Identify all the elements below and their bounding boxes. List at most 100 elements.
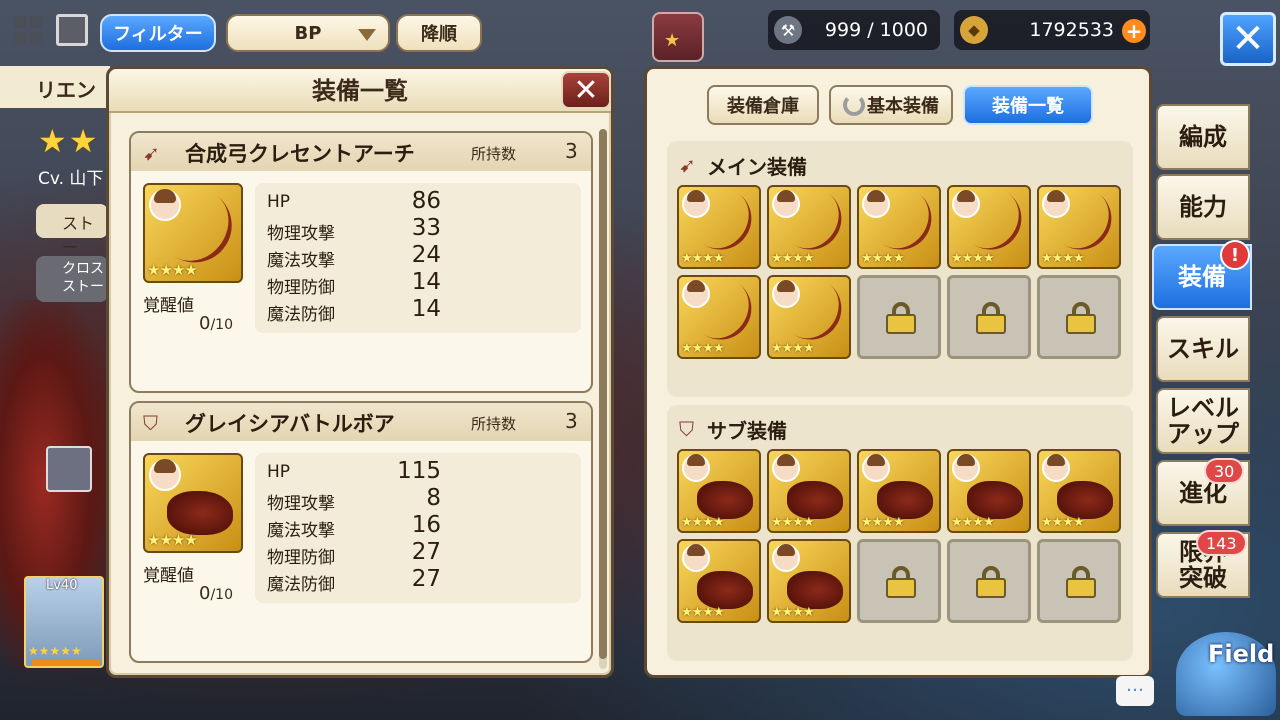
equipment-slot[interactable]: ★★★★ xyxy=(767,449,851,533)
story-button[interactable]: ストー xyxy=(36,204,108,257)
add-coins-button[interactable]: + xyxy=(1122,19,1146,43)
grid-view-icon[interactable] xyxy=(14,16,42,44)
slot-stars: ★★★★ xyxy=(771,515,815,530)
lock-icon xyxy=(1066,566,1096,598)
locked-slot[interactable] xyxy=(857,539,941,623)
stat-row: 物理防御 14 xyxy=(267,269,441,298)
sort-select-value: BP xyxy=(294,22,322,44)
character-face-icon xyxy=(772,544,800,572)
equipment-slot[interactable]: ★★★★ xyxy=(677,539,761,623)
boar-armor-image xyxy=(967,481,1023,519)
slot-stars: ★★★★ xyxy=(771,341,815,356)
character-face-icon xyxy=(682,454,710,482)
equipment-card-header: ⛉ グレイシアバトルボア 所持数 3 xyxy=(131,403,591,441)
equipment-thumbnail[interactable]: ★★★★ xyxy=(143,183,247,283)
sort-select[interactable]: BP xyxy=(226,14,390,52)
awaken-value: 0/10 xyxy=(199,313,233,334)
equipment-slot[interactable]: ★★★★ xyxy=(1037,185,1124,269)
owned-label: 所持数 xyxy=(471,145,517,163)
equipment-slot[interactable]: ★★★★ xyxy=(767,539,851,623)
cross-story-button[interactable]: クロス ストー xyxy=(36,256,108,302)
stat-row: 魔法防御 14 xyxy=(267,296,441,325)
sub-equipment-section: ⛉ サブ装備 ★★★★ ★★★★ ★★★★ ★★★★ ★★★★ ★★★★ ★★★… xyxy=(667,405,1133,661)
character-face-icon xyxy=(149,189,181,221)
stamina-display: ⚒ 999 / 1000 xyxy=(768,10,940,50)
equipment-slot[interactable]: ★★★★ xyxy=(1037,449,1121,533)
stat-row: 魔法防御 27 xyxy=(267,566,441,595)
lock-icon xyxy=(1066,302,1096,334)
locked-slot[interactable] xyxy=(857,275,941,359)
slot-stars: ★★★★ xyxy=(861,251,905,266)
equipment-card[interactable]: ➹ 合成弓クレセントアーチ 所持数 3 ★★★★ 覚醒値 0/10 HP 86 物… xyxy=(129,131,593,393)
modal-close-button[interactable]: ✕ xyxy=(561,71,611,109)
character-face-icon xyxy=(772,190,800,218)
locked-slot[interactable] xyxy=(947,275,1031,359)
field-button[interactable]: Field xyxy=(1176,632,1276,716)
close-screen-button[interactable]: ✕ xyxy=(1220,12,1276,66)
basic-equipment-button[interactable]: 基本装備 xyxy=(829,85,953,125)
equipment-slot[interactable]: ★★★★ xyxy=(947,185,1034,269)
character-face-icon xyxy=(952,454,980,482)
equipment-panel: 装備倉庫 基本装備 装備一覧 ➹ メイン装備 ★★★★ ★★★★ ★★★★ ★★… xyxy=(644,66,1152,678)
coin-value: 1792533 xyxy=(1029,19,1114,41)
list-view-icon[interactable] xyxy=(56,14,88,46)
character-rarity-stars: ★★ xyxy=(38,122,100,160)
character-face-icon xyxy=(682,280,710,308)
equipment-slot[interactable]: ★★★★ xyxy=(947,449,1031,533)
encyclopedia-book-icon[interactable]: ★ xyxy=(652,12,704,62)
equipment-card[interactable]: ⛉ グレイシアバトルボア 所持数 3 ★★★★ 覚醒値 0/10 HP 115 物… xyxy=(129,401,593,663)
modal-scrollbar[interactable] xyxy=(599,129,607,669)
tab-equipment-label: 装備 xyxy=(1178,263,1226,291)
stamina-value: 999 / 1000 xyxy=(824,19,928,41)
tab-formation[interactable]: 編成 xyxy=(1156,104,1250,170)
locked-slot[interactable] xyxy=(1037,539,1121,623)
equipment-slot[interactable]: ★★★★ xyxy=(677,449,761,533)
equipment-slot[interactable]: ★★★★ xyxy=(767,185,854,269)
slot-stars: ★★★★ xyxy=(1041,251,1085,266)
locked-slot[interactable] xyxy=(947,539,1031,623)
equipment-name: グレイシアバトルボア xyxy=(185,412,395,436)
equipment-storage-button[interactable]: 装備倉庫 xyxy=(707,85,819,125)
equipment-slot[interactable]: ★★★★ xyxy=(677,275,764,359)
boar-armor-image xyxy=(697,571,753,609)
character-name: リエン xyxy=(0,66,110,108)
sub-equipment-title: サブ装備 xyxy=(707,419,787,443)
tab-ability[interactable]: 能力 xyxy=(1156,174,1250,240)
tab-skill[interactable]: スキル xyxy=(1156,316,1250,382)
stat-row: 魔法攻撃 16 xyxy=(267,512,441,541)
equipment-list-button[interactable]: 装備一覧 xyxy=(963,85,1093,125)
character-face-icon xyxy=(862,190,890,218)
character-face-icon xyxy=(682,190,710,218)
equipment-slot[interactable]: ★★★★ xyxy=(767,275,854,359)
slot-stars: ★★★★ xyxy=(861,515,905,530)
equipment-slot[interactable]: ★★★★ xyxy=(677,185,764,269)
slot-stars: ★★★★ xyxy=(771,605,815,620)
tab-level-up[interactable]: レベル アップ xyxy=(1156,388,1250,454)
chat-icon[interactable]: … xyxy=(1116,676,1154,706)
lock-icon xyxy=(886,566,916,598)
boar-armor-image xyxy=(787,481,843,519)
costume-icon[interactable] xyxy=(46,446,92,492)
boar-armor-image xyxy=(1057,481,1113,519)
equipment-thumbnail[interactable]: ★★★★ xyxy=(143,453,243,553)
character-face-icon xyxy=(952,190,980,218)
character-face-icon xyxy=(772,454,800,482)
portrait-exp-bar xyxy=(32,660,100,666)
owned-count: 3 xyxy=(565,409,578,433)
main-equipment-section: ➹ メイン装備 ★★★★ ★★★★ ★★★★ ★★★★ ★★★★ ★★★★ ★★… xyxy=(667,141,1133,397)
main-equipment-title: メイン装備 xyxy=(707,155,807,179)
modal-title: 装備一覧 xyxy=(109,69,611,113)
equipment-slot[interactable]: ★★★★ xyxy=(857,449,941,533)
stat-row: HP 86 xyxy=(267,188,441,214)
equipment-slot[interactable]: ★★★★ xyxy=(857,185,944,269)
filter-button[interactable]: フィルター xyxy=(100,14,216,52)
locked-slot[interactable] xyxy=(1037,275,1121,359)
scrollbar-thumb[interactable] xyxy=(599,129,607,659)
evolve-count-badge: 30 xyxy=(1204,458,1245,484)
sort-order-button[interactable]: 降順 xyxy=(396,14,482,52)
character-portrait[interactable]: Lv40 ★★★★★ xyxy=(24,576,104,668)
stat-row: 物理攻撃 33 xyxy=(267,215,441,244)
stat-row: 物理攻撃 8 xyxy=(267,485,441,514)
awaken-label: 覚醒値 xyxy=(143,566,194,586)
equipment-name: 合成弓クレセントアーチ xyxy=(185,142,415,166)
